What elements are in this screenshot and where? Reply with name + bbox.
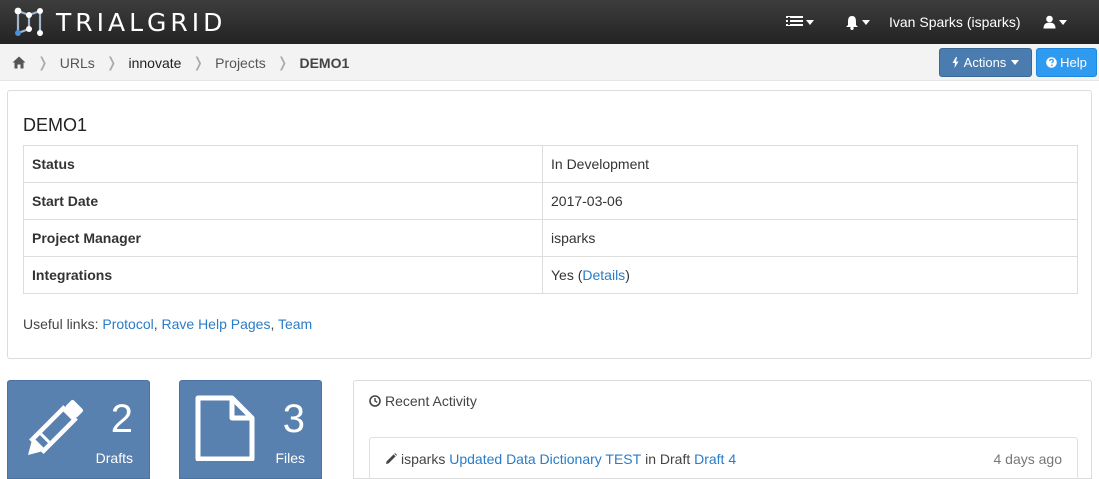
table-row: Project Manager isparks	[23, 219, 1078, 257]
integrations-details-link[interactable]: Details	[582, 267, 625, 283]
team-link[interactable]: Team	[278, 316, 312, 332]
status-key: Status	[23, 145, 543, 183]
breadcrumb-innovate[interactable]: innovate	[128, 55, 181, 71]
drafts-tile[interactable]: 2 Drafts	[7, 380, 150, 479]
brand[interactable]: TRIALGRID	[12, 0, 226, 44]
user-dropdown[interactable]	[1043, 10, 1073, 34]
trialgrid-logo-icon	[14, 7, 43, 36]
status-value: In Development	[542, 145, 1078, 183]
breadcrumb-separator: ❭	[276, 54, 289, 70]
breadcrumb-separator: ❭	[105, 54, 118, 70]
useful-links: Useful links: Protocol, Rave Help Pages,…	[23, 316, 313, 332]
activity-text: isparks Updated Data Dictionary TEST in …	[385, 451, 736, 467]
breadcrumb-projects[interactable]: Projects	[215, 55, 266, 71]
table-row: Start Date 2017-03-06	[23, 182, 1078, 220]
activity-user: isparks	[401, 451, 446, 467]
integrations-value: Yes (Details)	[542, 256, 1078, 294]
protocol-link[interactable]: Protocol	[102, 316, 153, 332]
project-manager-value: isparks	[542, 219, 1078, 257]
brand-name: TRIALGRID	[56, 7, 227, 37]
notifications-dropdown[interactable]	[845, 10, 875, 34]
breadcrumb-urls[interactable]: URLs	[60, 55, 95, 71]
activity-middle-text: in Draft	[645, 451, 691, 467]
bolt-icon	[952, 57, 959, 68]
pencil-icon	[28, 399, 84, 455]
help-button[interactable]: Help	[1036, 48, 1097, 77]
breadcrumb-bar: ❭ URLs ❭ innovate ❭ Projects ❭ DEMO1	[0, 44, 1099, 81]
files-label: Files	[275, 450, 305, 466]
integrations-key: Integrations	[23, 256, 543, 294]
file-icon	[195, 395, 255, 461]
project-info-table: Status In Development Start Date 2017-03…	[23, 145, 1078, 294]
breadcrumb: ❭ URLs ❭ innovate ❭ Projects ❭ DEMO1	[12, 44, 349, 81]
caret-down-icon	[1059, 19, 1067, 25]
breadcrumb-current: DEMO1	[299, 54, 350, 71]
help-label: Help	[1060, 55, 1087, 70]
files-tile[interactable]: 3 Files	[179, 380, 322, 479]
actions-button[interactable]: Actions	[939, 48, 1032, 77]
project-manager-key: Project Manager	[23, 219, 543, 257]
recent-activity-label: Recent Activity	[385, 393, 477, 409]
project-panel: DEMO1 Status In Development Start Date 2…	[7, 90, 1092, 359]
breadcrumb-separator: ❭	[192, 54, 205, 70]
user-icon	[1043, 15, 1056, 29]
recent-activity-title: Recent Activity	[369, 393, 477, 409]
menu-list-icon	[786, 16, 803, 26]
start-date-key: Start Date	[23, 182, 543, 220]
integrations-value-prefix: Yes (	[551, 267, 583, 283]
files-count: 3	[282, 397, 305, 441]
breadcrumb-separator: ❭	[37, 54, 49, 70]
pencil-icon	[386, 453, 397, 464]
bell-icon	[846, 15, 858, 30]
table-row: Status In Development	[23, 145, 1078, 183]
caret-down-icon	[1011, 60, 1020, 65]
page-title: DEMO1	[23, 115, 88, 135]
activity-action-link[interactable]: Updated Data Dictionary TEST	[449, 451, 641, 467]
actions-label: Actions	[963, 55, 1007, 70]
list-item: isparks Updated Data Dictionary TEST in …	[369, 437, 1078, 479]
integrations-value-suffix: )	[625, 267, 630, 283]
drafts-label: Drafts	[95, 450, 133, 466]
top-navbar: TRIALGRID Ivan Sparks (isparks)	[0, 0, 1099, 44]
activity-time: 4 days ago	[993, 451, 1063, 467]
clock-icon	[369, 395, 381, 407]
caret-down-icon	[862, 19, 870, 25]
caret-down-icon	[806, 19, 814, 25]
menu-dropdown[interactable]	[786, 10, 814, 34]
start-date-value: 2017-03-06	[542, 182, 1078, 220]
activity-target-link[interactable]: Draft 4	[694, 451, 736, 467]
home-icon[interactable]	[12, 56, 26, 69]
recent-activity-panel: Recent Activity isparks Updated Data Dic…	[353, 380, 1092, 479]
user-name-link[interactable]: Ivan Sparks (isparks)	[889, 0, 1020, 44]
question-circle-icon	[1046, 57, 1057, 68]
drafts-count: 2	[110, 397, 133, 441]
table-row: Integrations Yes (Details)	[23, 256, 1078, 294]
useful-links-label: Useful links:	[23, 316, 99, 332]
rave-help-pages-link[interactable]: Rave Help Pages	[162, 316, 271, 332]
